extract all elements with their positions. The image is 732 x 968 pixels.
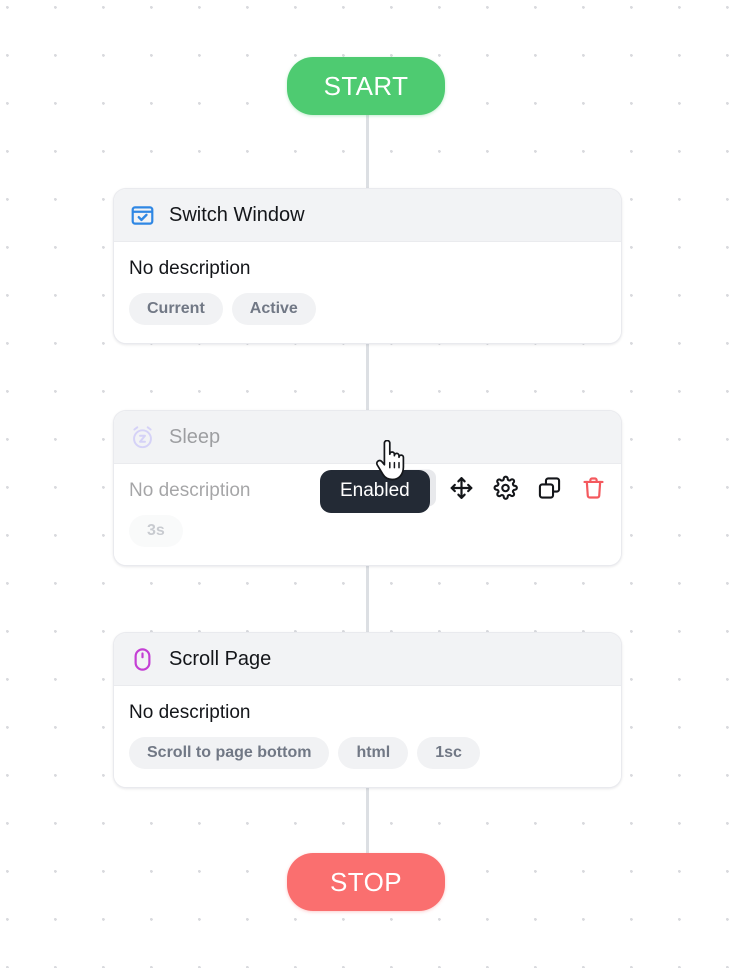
block-header: Scroll Page — [114, 633, 621, 686]
window-check-icon — [129, 202, 155, 228]
block-body: No description 3s — [114, 464, 621, 565]
chip: 1sc — [417, 737, 480, 769]
connector-scroll-page-to-stop — [366, 778, 369, 856]
block-title: Sleep — [169, 425, 221, 448]
block-scroll-page[interactable]: Scroll Page No description Scroll to pag… — [113, 632, 622, 788]
chip: Scroll to page bottom — [129, 737, 330, 769]
block-header: Switch Window — [114, 189, 621, 242]
chip: 3s — [129, 515, 183, 547]
block-header: Sleep — [114, 411, 621, 464]
workflow-canvas[interactable]: START Switch Window No description Curre… — [0, 0, 732, 968]
block-description: No description — [129, 702, 251, 723]
block-description: No description — [129, 480, 251, 501]
block-chips: 3s — [129, 515, 606, 547]
block-sleep[interactable]: Sleep No description 3s — [113, 410, 622, 566]
chip: Current — [129, 293, 223, 325]
mouse-icon — [129, 646, 155, 672]
chip: Active — [231, 293, 316, 325]
block-title: Switch Window — [169, 203, 305, 226]
block-body: No description Scroll to page bottom htm… — [114, 686, 621, 787]
connector-sleep-to-scroll-page — [366, 554, 369, 636]
start-node[interactable]: START — [287, 57, 445, 115]
chip: html — [338, 737, 409, 769]
alarm-snooze-icon — [129, 424, 155, 450]
block-title: Scroll Page — [169, 647, 272, 670]
connector-start-to-switch-window — [366, 112, 369, 190]
block-switch-window[interactable]: Switch Window No description Current Act… — [113, 188, 622, 344]
connector-switch-window-to-sleep — [366, 332, 369, 414]
block-chips: Current Active — [129, 293, 606, 325]
block-chips: Scroll to page bottom html 1sc — [129, 737, 606, 769]
stop-node[interactable]: STOP — [287, 853, 445, 911]
block-body: No description Current Active — [114, 242, 621, 343]
block-description: No description — [129, 258, 251, 279]
